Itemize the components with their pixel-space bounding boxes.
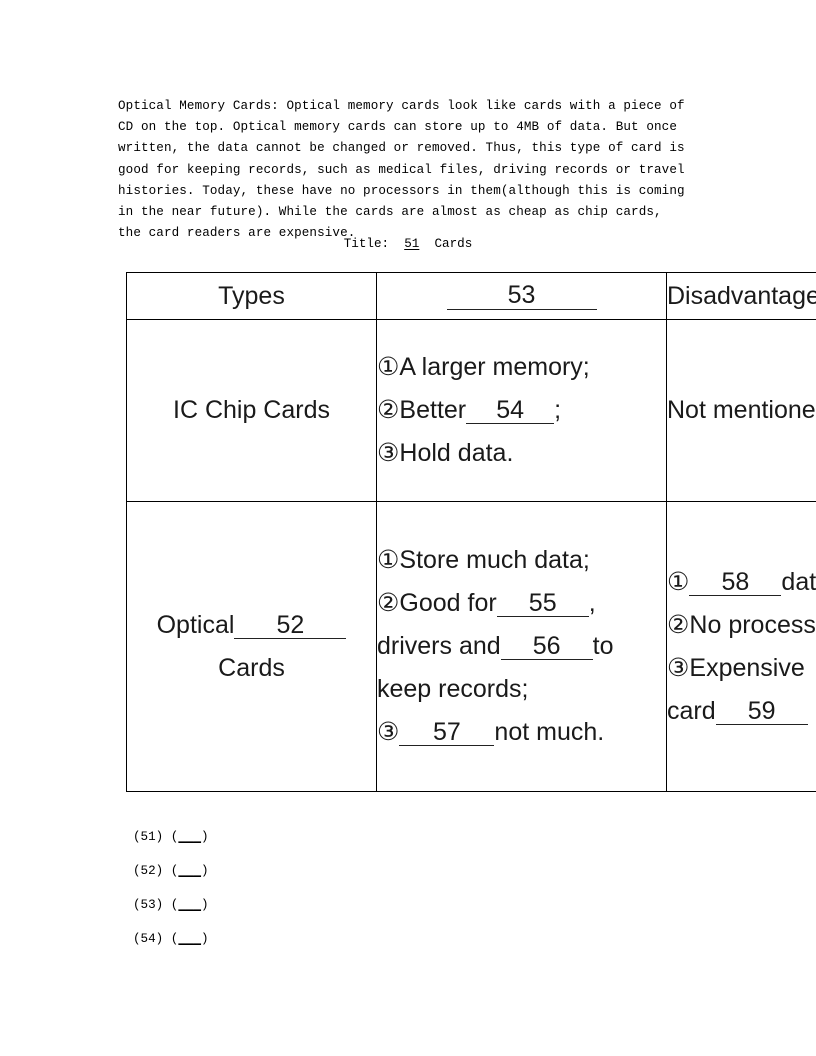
answer-blank-54[interactable]: ___ [178,932,201,946]
cell-type-optical: Optical 52 Cards [126,501,377,792]
title-suffix: Cards [434,237,473,251]
table-row: Optical 52 Cards ①Store much data; ②Good … [126,501,816,792]
answer-close-paren-53: ) [201,898,209,912]
disadvantage-text-2: No processors; [689,610,816,639]
answer-row-53: (53) (___) [133,888,209,922]
circled-number-2-icon: ② [667,610,690,639]
feature-line-2: ②Good for 55, drivers and 56 to keep record… [377,582,666,711]
feature-line-1: ①Store much data; [377,539,666,582]
answer-blank-53[interactable]: ___ [178,898,201,912]
type-name-ic-chip: IC Chip Cards [173,396,330,424]
cell-disadvantages-optical: ①58data; ②No processors; ③Expensive card… [666,501,816,792]
summary-table: Types 53 Disadvantages IC Chip Cards ①A … [126,272,816,792]
table-row: IC Chip Cards ①A larger memory; ②Better 5… [126,319,816,502]
header-types-label: Types [218,282,285,310]
feature-blank-55[interactable]: 55 [496,590,589,618]
disadvantage-line-2: ②No processors; [667,604,816,647]
feature-text-2-prefix: Good for [399,589,497,617]
answer-row-51: (51) (___) [133,820,209,854]
answer-number-54: (54) [133,932,164,946]
title-blank-51[interactable]: 51 [404,237,419,251]
cell-type-ic-chip: IC Chip Cards [126,319,377,502]
disadvantage-text-4-prefix: card [667,696,716,725]
feature-line-2: ②Better 54; [377,389,666,432]
title-label: Title: [343,237,390,251]
cell-disadvantages-ic-chip: Not mentioned [666,319,816,502]
header-cell-advantages: 53 [376,272,667,320]
feature-text-1: Store much data; [399,546,590,574]
circled-number-1-icon: ① [667,567,690,596]
answer-number-53: (53) [133,898,164,912]
type-name-optical-suffix: Cards [218,653,285,682]
feature-text-3: Hold data. [399,439,514,467]
header-cell-disadvantages: Disadvantages [666,272,816,320]
feature-text-3: not much. [494,718,605,746]
answer-close-paren-54: ) [201,932,209,946]
disadvantage-text-3: Expensive [689,653,805,682]
feature-blank-54[interactable]: 54 [466,397,555,425]
header-disadvantages-label: Disadvantages [667,282,816,310]
disadvantage-line-1: ①58data; [667,561,816,604]
answer-number-51: (51) [133,830,164,844]
circled-number-2-icon: ② [377,589,400,617]
feature-text-2-suffix: ; [554,396,562,424]
answer-close-paren-51: ) [201,830,209,844]
type-blank-52[interactable]: 52 [234,611,347,639]
type-name-optical-prefix: Optical [156,610,235,639]
cell-features-ic-chip: ①A larger memory; ②Better 54; ③Hold data. [376,319,667,502]
disadvantage-text-1: data; [781,567,816,596]
feature-blank-57[interactable]: 57 [399,719,495,747]
answer-blank-52[interactable]: ___ [178,864,201,878]
disadvantage-line-3: ③Expensive [667,647,816,690]
feature-line-3: ③Hold data. [377,432,666,475]
feature-line-1: ①A larger memory; [377,346,666,389]
circled-number-3-icon: ③ [377,439,400,467]
disadvantage-blank-58[interactable]: 58 [689,568,782,596]
disadvantage-text-ic-chip: Not mentioned [667,396,816,424]
circled-number-3-icon: ③ [667,653,690,682]
disadvantage-line-4: card 59 [667,690,816,733]
header-blank-53[interactable]: 53 [446,282,597,310]
circled-number-1-icon: ① [377,546,400,574]
circled-number-3-icon: ③ [377,718,400,746]
feature-text-1: A larger memory; [399,353,590,381]
feature-blank-56[interactable]: 56 [500,633,593,661]
answer-number-52: (52) [133,864,164,878]
cell-features-optical: ①Store much data; ②Good for 55, drivers a… [376,501,667,792]
answer-blank-51[interactable]: ___ [178,830,201,844]
header-cell-types: Types [126,272,377,320]
feature-text-2-prefix: Better [399,396,467,424]
disadvantage-blank-59[interactable]: 59 [715,697,808,725]
table-header-row: Types 53 Disadvantages [126,272,816,320]
feature-line-3: ③ 57 not much. [377,711,666,754]
answer-close-paren-52: ) [201,864,209,878]
circled-number-2-icon: ② [377,396,400,424]
title-line: Title: 51 Cards [118,235,698,253]
answer-list: (51) (___) (52) (___) (53) (___) (54) (_… [133,820,209,956]
answer-row-52: (52) (___) [133,854,209,888]
reading-passage: Optical Memory Cards: Optical memory car… [118,99,685,241]
answer-row-54: (54) (___) [133,922,209,956]
circled-number-1-icon: ① [377,353,400,381]
